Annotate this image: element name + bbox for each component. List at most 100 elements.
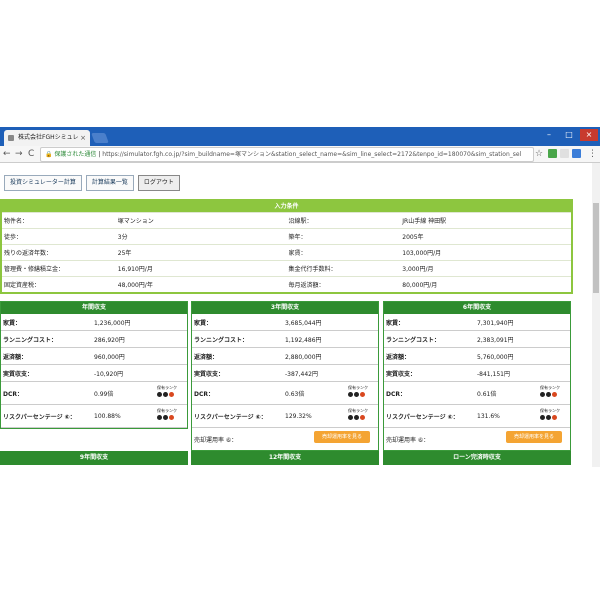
conditions-row: 物件名： 塚マンション 沿線駅： JR山手線 神田駅: [2, 212, 571, 229]
cond-label: 残りの返済年数：: [2, 244, 116, 261]
row-label: ランニングコスト：: [3, 336, 58, 344]
net-income-row: 実質収支： -387,442円: [192, 365, 378, 382]
cond-value: 塚マンション: [115, 212, 287, 229]
scrollbar[interactable]: [592, 163, 600, 467]
logout-button[interactable]: ログアウト: [137, 175, 180, 191]
minimize-icon[interactable]: –: [540, 129, 558, 141]
maximize-icon[interactable]: □: [560, 129, 578, 141]
forward-icon[interactable]: →: [15, 147, 23, 161]
cond-value: 16,910円/月: [115, 260, 287, 277]
card-title: 年間収支: [1, 302, 187, 314]
row-value: -387,442円: [285, 370, 318, 378]
row-label: 実質収支：: [3, 370, 34, 378]
sell-rate-button[interactable]: 売却運用率を見る: [506, 431, 562, 443]
rank-dot: [552, 415, 557, 420]
url-text: https://simulator.fgh.co.jp/?sim_buildna…: [102, 151, 522, 158]
row-label: ランニングコスト：: [194, 336, 249, 344]
browser-window: 株式会社FGHシミュレ × – □ × ← → C 🔒 保護された通信 | ht…: [0, 127, 600, 467]
row-value: 2,383,091円: [477, 336, 514, 344]
cond-label: 徒歩：: [2, 228, 116, 245]
row-value: 0.99倍: [94, 390, 114, 398]
row-label: リスクパーセンテージ ⑥：: [194, 413, 267, 421]
tab-bar: 株式会社FGHシミュレ × – □ ×: [0, 127, 600, 146]
row-value: -841,151円: [477, 370, 510, 378]
row-label: DCR：: [386, 390, 407, 398]
menu-icon[interactable]: ⋮: [588, 147, 597, 161]
security-label: 保護された通信: [54, 151, 97, 158]
row-label: 返済額：: [194, 353, 219, 361]
cond-value: JR山手線 神田駅: [400, 212, 571, 229]
conditions-panel: 入力条件 物件名： 塚マンション 沿線駅： JR山手線 神田駅 徒歩： 3分 築年： 2005…: [0, 199, 573, 294]
row-value: 100.88%: [94, 412, 121, 420]
rank-dot: [348, 392, 353, 397]
conditions-row: 残りの返済年数： 25年 家賃： 103,000円/月: [2, 244, 571, 261]
repayment-row: 返済額： 5,760,000円: [384, 348, 570, 365]
rank-label: 保有ランク: [348, 408, 368, 413]
rank-indicator: 保有ランク: [348, 408, 368, 420]
rank-dot: [157, 415, 162, 420]
row-value: 286,920円: [94, 336, 125, 344]
running-cost-row: ランニングコスト： 286,920円: [1, 331, 187, 348]
rank-dot: [546, 392, 551, 397]
rent-row: 家賃： 1,236,000円: [1, 314, 187, 331]
rank-dot: [157, 392, 162, 397]
card-title: 3年間収支: [192, 302, 378, 314]
row-value: 960,000円: [94, 353, 125, 361]
favicon-icon: [8, 135, 14, 141]
cond-value: 3,000円/月: [400, 260, 571, 277]
row-label: 家賃：: [194, 319, 213, 327]
conditions-title: 入力条件: [2, 201, 571, 212]
dcr-row: DCR： 0.99倍 保有ランク: [1, 382, 187, 405]
calc-list-button[interactable]: 計算結果一覧: [85, 175, 134, 191]
row-value: 0.63倍: [285, 390, 305, 398]
row-label: リスクパーセンテージ ⑥：: [3, 413, 76, 421]
browser-tab[interactable]: 株式会社FGHシミュレ ×: [4, 130, 90, 146]
row-label: 家賃：: [3, 319, 22, 327]
cond-value: 48,000円/年: [115, 276, 287, 292]
reload-icon[interactable]: C: [28, 147, 34, 161]
back-icon[interactable]: ←: [3, 147, 11, 161]
rank-dot: [540, 392, 545, 397]
rank-dot: [540, 415, 545, 420]
close-window-icon[interactable]: ×: [580, 129, 598, 141]
rank-indicator: 保有ランク: [540, 385, 560, 397]
summary-card: 6年間収支 家賃： 7,301,940円 ランニングコスト： 2,383,091円 返済額…: [383, 301, 571, 451]
cond-label: 築年：: [286, 228, 401, 245]
cond-value: 103,000円/月: [400, 244, 571, 261]
rent-row: 家賃： 3,685,044円: [192, 314, 378, 331]
row-label: 実質収支：: [194, 370, 225, 378]
extension-icon[interactable]: [548, 149, 557, 158]
tab-close-icon[interactable]: ×: [80, 130, 86, 146]
section-header: 9年間収支: [0, 451, 188, 465]
rank-label: 保有ランク: [348, 385, 368, 390]
scrollbar-thumb[interactable]: [593, 203, 599, 293]
extension-icon[interactable]: [560, 149, 569, 158]
cond-label: 毎月返済額：: [286, 276, 401, 292]
new-tab-button[interactable]: [91, 133, 109, 143]
row-value: 129.32%: [285, 412, 312, 420]
tab-title: 株式会社FGHシミュレ: [18, 134, 79, 141]
section-header: 12年間収支: [191, 451, 379, 465]
cond-label: 管理費・修繕積立金：: [2, 260, 116, 277]
cond-label: 沿線駅：: [286, 212, 401, 229]
address-bar-row: ← → C 🔒 保護された通信 | https://simulator.fgh.…: [0, 146, 600, 163]
sell-rate-button[interactable]: 売却運用率を見る: [314, 431, 370, 443]
rank-label: 保有ランク: [540, 385, 560, 390]
extension-icon[interactable]: [572, 149, 581, 158]
running-cost-row: ランニングコスト： 1,192,486円: [192, 331, 378, 348]
page-content: 投資シミュレーター計算 計算結果一覧 ログアウト 入力条件 物件名： 塚マンション…: [0, 163, 592, 467]
section-header: ローン完済時収支: [383, 451, 571, 465]
running-cost-row: ランニングコスト： 2,383,091円: [384, 331, 570, 348]
url-input[interactable]: 🔒 保護された通信 | https://simulator.fgh.co.jp/…: [40, 147, 534, 162]
row-value: 1,192,486円: [285, 336, 322, 344]
rank-dot: [163, 392, 168, 397]
card-title: 6年間収支: [384, 302, 570, 314]
conditions-row: 固定資産税： 48,000円/年 毎月返済額： 80,000円/月: [2, 276, 571, 292]
bookmark-star-icon[interactable]: ☆: [535, 147, 543, 161]
dcr-row: DCR： 0.63倍 保有ランク: [192, 382, 378, 405]
rank-indicator: 保有ランク: [540, 408, 560, 420]
cond-value: 3分: [115, 228, 287, 245]
row-value: 0.61倍: [477, 390, 497, 398]
conditions-row: 徒歩： 3分 築年： 2005年: [2, 228, 571, 245]
invest-sim-button[interactable]: 投資シミュレーター計算: [4, 175, 82, 191]
